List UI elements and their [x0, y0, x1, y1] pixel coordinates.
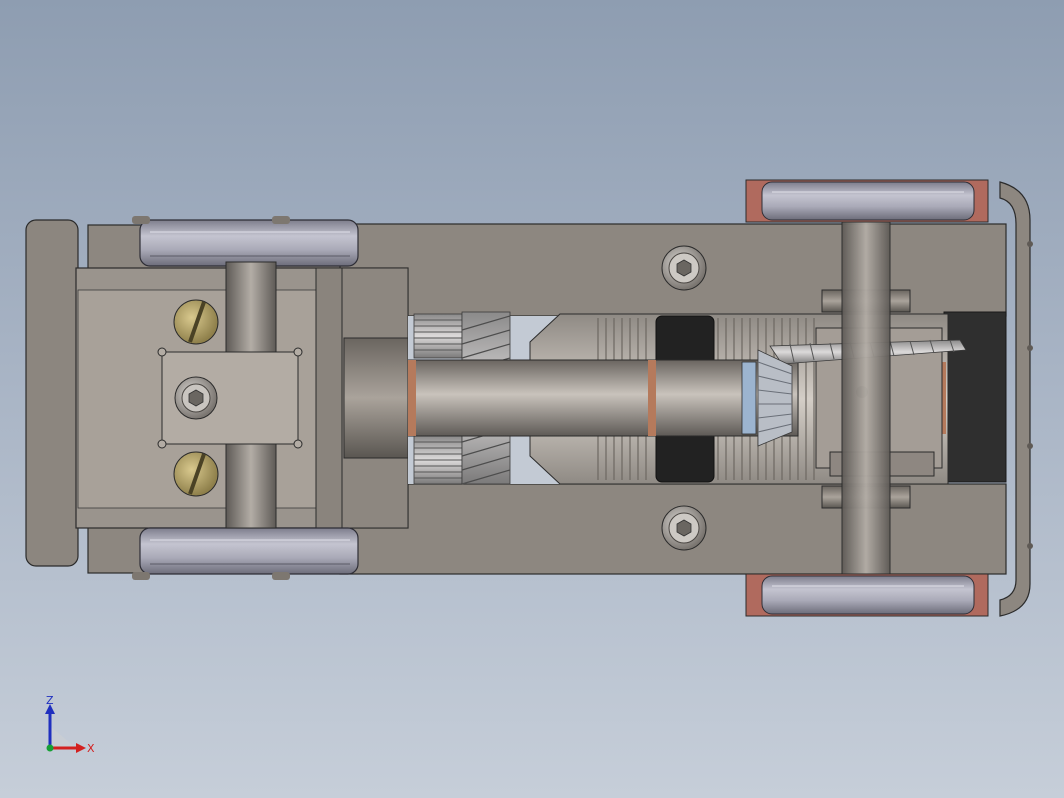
drive-shaft[interactable] — [407, 359, 799, 437]
shaft-end-cap — [741, 361, 757, 435]
xz-plane-marker — [50, 726, 76, 748]
rear-wheel-bottom[interactable] — [745, 573, 989, 617]
bolt-icon — [1027, 443, 1033, 449]
shaft-copper-ring — [648, 360, 656, 436]
slotted-screw-icon[interactable] — [173, 299, 219, 345]
z-axis-label: Z — [46, 696, 54, 707]
front-frame-post — [315, 267, 343, 529]
slotted-screw-icon[interactable] — [173, 451, 219, 497]
bevel-pinion-gear[interactable] — [757, 349, 793, 447]
bolt-icon — [1027, 241, 1033, 247]
hex-socket-screw-icon[interactable] — [661, 245, 707, 291]
origin-dot — [46, 744, 54, 752]
rear-wheel-top[interactable] — [745, 179, 989, 223]
bolt-icon — [1027, 345, 1033, 351]
cad-viewport[interactable] — [0, 0, 1064, 798]
front-buffer-beam[interactable] — [25, 219, 79, 567]
drive-coupling[interactable] — [343, 337, 409, 459]
x-axis-arrow — [76, 743, 86, 753]
bolt-icon — [1027, 543, 1033, 549]
rear-axle[interactable] — [841, 221, 891, 575]
shaft-copper-ring — [408, 360, 416, 436]
axis-triad: Z X — [45, 696, 95, 755]
front-wheel-top[interactable] — [139, 219, 359, 267]
hex-socket-screw-icon[interactable] — [661, 505, 707, 551]
x-axis-label: X — [87, 742, 95, 755]
rear-gearbox-block[interactable] — [943, 311, 1007, 483]
hex-socket-screw-icon[interactable] — [174, 376, 218, 420]
front-wheel-bottom[interactable] — [139, 527, 359, 575]
